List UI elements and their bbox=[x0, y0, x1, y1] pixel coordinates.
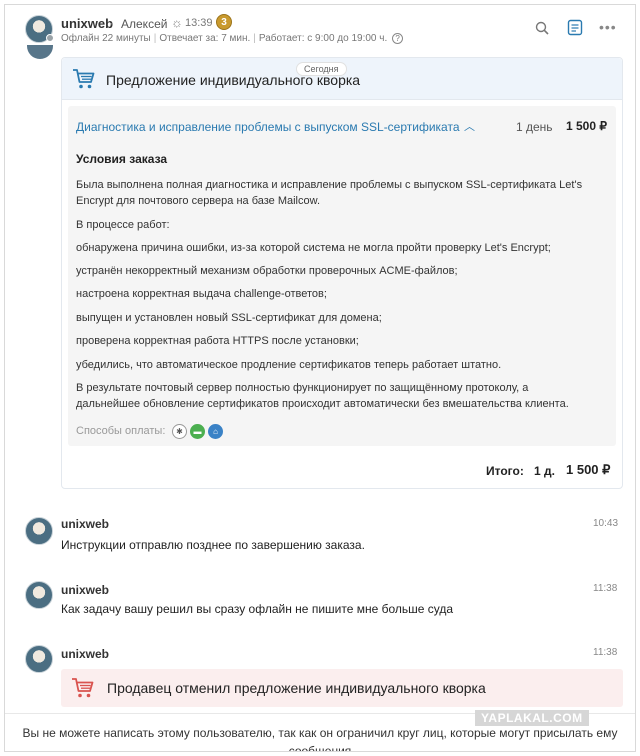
restriction-text: Вы не можете написать этому пользователю… bbox=[22, 726, 618, 752]
card-payment-icon: ✱ bbox=[172, 424, 187, 439]
message-text: Инструкции отправлю позднее по завершени… bbox=[61, 538, 365, 552]
help-icon[interactable]: ? bbox=[392, 33, 404, 44]
chevron-up-icon[interactable]: ︿ bbox=[464, 118, 475, 134]
search-icon[interactable] bbox=[535, 21, 549, 35]
conditions-line: убедились, что автоматическое продление … bbox=[76, 359, 502, 371]
message-avatar[interactable] bbox=[25, 581, 53, 609]
total-label: Итого: bbox=[486, 464, 524, 478]
cancel-notice-text: Продавец отменил предложение индивидуаль… bbox=[107, 680, 486, 696]
cart-icon bbox=[73, 69, 95, 89]
total-duration: 1 д. bbox=[534, 464, 555, 478]
offer-header: Предложение индивидуального кворка Сегод… bbox=[62, 58, 622, 100]
message-text: Как задачу вашу решил вы сразу офлайн не… bbox=[61, 602, 454, 616]
username[interactable]: unixweb bbox=[61, 16, 113, 31]
message-avatar[interactable] bbox=[25, 645, 53, 673]
conditions-line: настроена корректная выдача challenge-от… bbox=[76, 288, 327, 300]
offline-status-dot bbox=[46, 34, 54, 42]
conditions-line: дальнейшее обновление сертификатов проис… bbox=[76, 398, 569, 410]
offline-status: Офлайн 22 минуты bbox=[61, 33, 151, 44]
conditions-line: проверена корректная работа HTTPS после … bbox=[76, 335, 359, 347]
conditions-line: Encrypt для почтового сервера на базе Ma… bbox=[76, 195, 321, 207]
message-author[interactable]: unixweb bbox=[61, 647, 109, 661]
payment-methods-label: Способы оплаты: bbox=[76, 425, 166, 437]
cart-icon bbox=[72, 678, 94, 698]
notes-icon[interactable] bbox=[567, 19, 583, 36]
sun-icon: ☼ bbox=[171, 15, 183, 30]
message-time: 11:38 bbox=[593, 647, 618, 658]
conditions-line: выпущен и установлен новый SSL-сертифика… bbox=[76, 312, 382, 324]
individual-offer-card: Предложение индивидуального кворка Сегод… bbox=[61, 57, 623, 489]
wallet-payment-icon: ▬ bbox=[190, 424, 205, 439]
user-status-line: Офлайн 22 минуты | Отвечает за: 7 мин. | Раб… bbox=[61, 33, 404, 44]
gig-price: 1 500 ₽ bbox=[566, 119, 607, 133]
date-badge: Сегодня bbox=[296, 62, 347, 76]
conditions-line: устранён некорректный механизм обработки… bbox=[76, 265, 458, 277]
message-time: 10:43 bbox=[593, 518, 619, 529]
conditions-title: Условия заказа bbox=[76, 152, 168, 166]
separator: · bbox=[109, 16, 113, 30]
gig-duration: 1 день bbox=[516, 120, 553, 134]
chat-window: unixweb · Алексей ☼ 13:39 3 Офлайн 22 ми… bbox=[4, 4, 636, 752]
response-time: Отвечает за: 7 мин. bbox=[159, 33, 251, 44]
offer-details: Диагностика и исправление проблемы с вып… bbox=[68, 106, 616, 446]
conditions-line: В результате почтовый сервер полностью ф… bbox=[76, 382, 529, 394]
offer-cancelled-notice: Продавец отменил предложение индивидуаль… bbox=[61, 669, 623, 707]
message-avatar[interactable] bbox=[25, 517, 53, 545]
total-price: 1 500 ₽ bbox=[566, 462, 611, 477]
chat-header: unixweb · Алексей ☼ 13:39 3 Офлайн 22 ми… bbox=[5, 5, 635, 49]
conditions-line: В процессе работ: bbox=[76, 219, 170, 231]
local-time: 13:39 bbox=[185, 17, 213, 29]
message-author[interactable]: unixweb bbox=[61, 517, 109, 531]
bank-payment-icon: ⌂ bbox=[208, 424, 223, 439]
conditions-line: обнаружена причина ошибки, из-за которой… bbox=[76, 242, 551, 254]
gig-title-link[interactable]: Диагностика и исправление проблемы с вып… bbox=[76, 120, 460, 134]
message-author[interactable]: unixweb bbox=[61, 583, 109, 597]
more-options-icon[interactable]: ••• bbox=[599, 20, 617, 34]
watermark: YAPLAKAL.COM bbox=[475, 710, 589, 726]
user-avatar[interactable] bbox=[25, 15, 54, 43]
work-hours: Работает: с 9:00 до 19:00 ч. bbox=[258, 33, 388, 44]
person-name: Алексей bbox=[121, 17, 168, 31]
conditions-line: Была выполнена полная диагностика и испр… bbox=[76, 179, 583, 191]
message-avatar bbox=[27, 45, 53, 59]
message-time: 11:38 bbox=[593, 583, 618, 594]
level-badge: 3 bbox=[216, 14, 232, 30]
